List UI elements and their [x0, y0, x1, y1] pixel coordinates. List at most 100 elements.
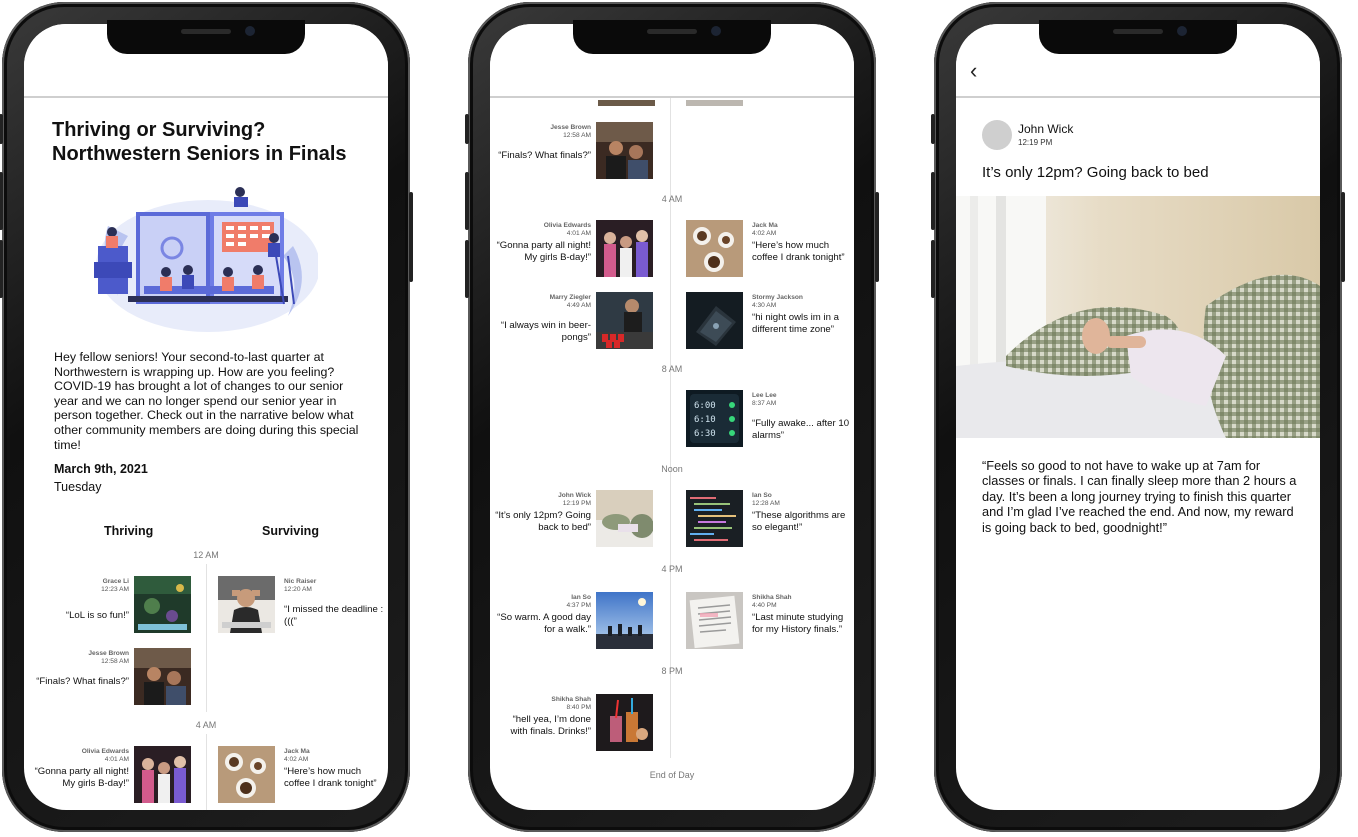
timeline-entry[interactable]: Jack Ma 4:02 AM “Here’s how much coffee I… — [686, 220, 851, 278]
entry-author: Nic Raiser — [284, 578, 317, 585]
post-author: John Wick — [1018, 122, 1074, 136]
entry-photo-bed — [596, 490, 653, 547]
entry-author: Jack Ma — [752, 222, 778, 229]
entry-author: John Wick — [558, 492, 591, 499]
svg-text:6:00: 6:00 — [694, 401, 716, 411]
time-label-8am: 8 AM — [661, 364, 683, 374]
entry-author: Olivia Edwards — [81, 748, 129, 755]
entry-quote: “Finals? What finals?” — [36, 676, 129, 687]
entry-photo-sky-walk — [596, 592, 653, 649]
entry-quote: “It’s only 12pm? Going back to bed” — [495, 510, 591, 533]
weekday-label: Tuesday — [54, 480, 102, 494]
timeline-entry[interactable]: Jesse Brown 12:58 AM “Finals? What finals… — [490, 122, 653, 180]
page-title: Thriving or Surviving? Northwestern Seni… — [52, 119, 347, 165]
entry-quote: “I always win in beer-pongs” — [500, 320, 591, 343]
timeline-entry[interactable]: Grace Li 12:23 AM “LoL is so fun!” — [26, 576, 191, 634]
entry-photo-dancing — [134, 746, 191, 803]
entry-quote: “Gonna party all night! My girls B-day!” — [496, 240, 591, 263]
entry-photo-coffee — [218, 746, 275, 803]
surviving-column-header: Surviving — [262, 524, 319, 538]
timeline-entry[interactable]: Stormy Jackson 4:30 AM “hi night owls im … — [686, 292, 851, 350]
entry-time: 4:01 AM — [566, 230, 591, 237]
entry-time: 12:58 AM — [563, 132, 591, 139]
time-label-4am: 4 AM — [195, 720, 217, 730]
entry-time: 12:20 AM — [284, 586, 312, 593]
entry-quote: “So warm. A good day for a walk.” — [497, 612, 591, 635]
date-heading: March 9th, 2021 — [54, 462, 148, 476]
chevron-left-icon[interactable]: ‹ — [970, 60, 977, 82]
timeline-entry[interactable]: Jesse Brown 12:58 AM “Finals? What finals… — [26, 648, 191, 706]
timeline-entry[interactable]: John Wick 12:19 PM “It’s only 12pm? Going… — [490, 490, 653, 548]
entry-author: Shikha Shah — [752, 594, 792, 601]
screen-timeline[interactable]: Jesse Brown 12:58 AM “Finals? What finals… — [490, 24, 854, 810]
entry-quote: “hi night owls im in a different time zo… — [752, 312, 839, 335]
post-body: “Feels so good to not have to wake up at… — [982, 458, 1297, 535]
timeline-entry[interactable]: 6:00 6:10 6:30 Lee Lee 8:37 AM “Fully awake… — [686, 390, 851, 448]
time-label-12am: 12 AM — [193, 550, 219, 560]
timeline-entry[interactable]: Nic Raiser 12:20 AM “I missed the deadlin… — [218, 576, 383, 634]
timeline-entry[interactable]: Marry Ziegler 4:49 AM “I always win in be… — [490, 292, 653, 350]
entry-time: 4:01 AM — [104, 756, 129, 763]
svg-text:6:10: 6:10 — [694, 415, 716, 425]
entry-photo-stressed — [218, 576, 275, 633]
entry-author: Stormy Jackson — [752, 294, 803, 301]
time-label-noon: Noon — [661, 464, 683, 474]
entry-quote: “Last minute studying for my History fin… — [752, 612, 844, 635]
timeline-entry[interactable]: Olivia Edwards 4:01 AM “Gonna party all n… — [26, 746, 191, 804]
entry-time: 4:30 AM — [752, 302, 777, 309]
intro-paragraph: Hey fellow seniors! Your second-to-last … — [54, 350, 359, 452]
entry-author: Marry Ziegler — [549, 294, 591, 301]
phone-frame-3: ‹ John Wick 12:19 PM It’s only 12pm? Goi… — [931, 2, 1345, 832]
entry-photo-game — [134, 576, 191, 633]
post-photo-sleeping — [956, 196, 1320, 438]
phone-frame-2: Jesse Brown 12:58 AM “Finals? What finals… — [465, 2, 879, 832]
entry-photo-party — [596, 122, 653, 179]
timeline-entry[interactable]: Shikha Shah 4:40 PM “Last minute studying… — [686, 592, 851, 650]
students-studying-illustration — [94, 187, 318, 332]
entry-time: 12:19 PM — [562, 500, 591, 507]
entry-time: 8:40 PM — [566, 704, 591, 711]
entry-author: Jesse Brown — [88, 650, 129, 657]
entry-quote: “hell yea, I’m done with finals. Drinks!… — [510, 714, 592, 737]
entry-time: 4:40 PM — [752, 602, 777, 609]
entry-time: 4:02 AM — [752, 230, 777, 237]
timeline-entry[interactable]: Ian So 4:37 PM “So warm. A good day for a… — [490, 592, 653, 650]
entry-quote: “Gonna party all night! My girls B-day!” — [34, 766, 129, 789]
entry-time: 8:37 AM — [752, 400, 777, 407]
entry-photo-party — [134, 648, 191, 705]
entry-quote: “Here’s how much coffee I drank tonight” — [284, 766, 377, 789]
post-detail[interactable]: John Wick 12:19 PM It’s only 12pm? Going… — [956, 98, 1320, 810]
entry-time: 12:23 AM — [101, 586, 129, 593]
mockup-stage: Thriving or Surviving? Northwestern Seni… — [0, 0, 1358, 837]
timeline-entry[interactable]: Jack Ma 4:02 AM “Here’s how much coffee I… — [218, 746, 383, 804]
timeline-scroll[interactable]: Jesse Brown 12:58 AM “Finals? What finals… — [490, 98, 854, 810]
avatar — [982, 120, 1012, 150]
entry-author: Shikha Shah — [551, 696, 591, 703]
timeline-entry[interactable]: Olivia Edwards 4:01 AM “Gonna party all n… — [490, 220, 653, 278]
entry-photo-coffee — [686, 220, 743, 277]
timeline-entry[interactable]: Ian So 12:28 AM “These algorithms are so … — [686, 490, 851, 548]
entry-time: 4:49 AM — [566, 302, 591, 309]
screen-post-detail[interactable]: ‹ John Wick 12:19 PM It’s only 12pm? Goi… — [956, 24, 1320, 810]
time-label-8pm: 8 PM — [661, 666, 683, 676]
screen-article[interactable]: Thriving or Surviving? Northwestern Seni… — [24, 24, 388, 810]
entry-author: Lee Lee — [752, 392, 777, 399]
entry-author: Grace Li — [102, 578, 129, 585]
entry-time: 4:02 AM — [284, 756, 309, 763]
entry-photo-laptop — [686, 292, 743, 349]
article-scroll[interactable]: Thriving or Surviving? Northwestern Seni… — [24, 98, 388, 810]
entry-time: 12:28 AM — [752, 500, 780, 507]
entry-photo-notes — [686, 592, 743, 649]
entry-quote: “Finals? What finals?” — [498, 150, 591, 161]
entry-time: 12:58 AM — [101, 658, 129, 665]
phone-frame-1: Thriving or Surviving? Northwestern Seni… — [0, 2, 413, 832]
end-of-day-label: End of Day — [649, 770, 695, 780]
timeline-entry[interactable]: Shikha Shah 8:40 PM “hell yea, I’m done w… — [490, 694, 653, 752]
thriving-column-header: Thriving — [104, 524, 154, 538]
entry-author: Ian So — [571, 594, 591, 601]
entry-photo-alarm-phone: 6:00 6:10 6:30 — [686, 390, 743, 447]
entry-quote: “LoL is so fun!” — [65, 610, 129, 621]
svg-text:6:30: 6:30 — [694, 429, 716, 439]
entry-author: Ian So — [752, 492, 772, 499]
entry-photo-drinks — [596, 694, 653, 751]
